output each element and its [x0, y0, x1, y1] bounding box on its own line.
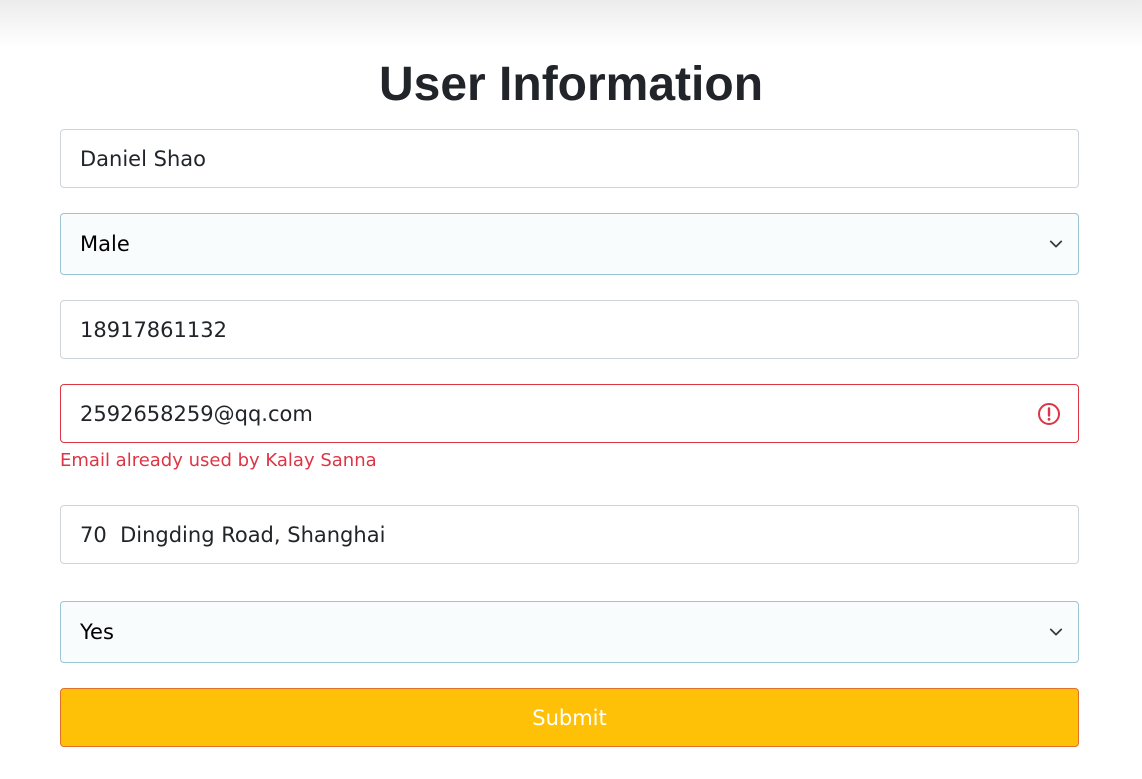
email-input-value: 2592658259@qq.com [80, 401, 313, 426]
choice-select[interactable]: Yes [60, 601, 1079, 663]
phone-input-value: 18917861132 [80, 317, 227, 342]
choice-select-value: Yes [80, 620, 114, 644]
error-circle-icon [1037, 402, 1061, 426]
user-information-form: User Information Daniel Shao Male 189178… [0, 0, 1142, 779]
name-input-value: Daniel Shao [80, 146, 206, 171]
chevron-down-icon [1048, 624, 1064, 640]
email-error-message: Email already used by Kalay Sanna [60, 450, 377, 471]
name-input[interactable]: Daniel Shao [60, 129, 1079, 188]
submit-button[interactable]: Submit [60, 688, 1079, 747]
gender-select-value: Male [80, 232, 130, 256]
email-input[interactable]: 2592658259@qq.com [60, 384, 1079, 443]
phone-input[interactable]: 18917861132 [60, 300, 1079, 359]
address-input[interactable]: 70 Dingding Road, Shanghai [60, 505, 1079, 564]
page-title: User Information [378, 58, 764, 111]
address-input-value: 70 Dingding Road, Shanghai [80, 522, 386, 547]
chevron-down-icon [1048, 236, 1064, 252]
gender-select[interactable]: Male [60, 213, 1079, 275]
